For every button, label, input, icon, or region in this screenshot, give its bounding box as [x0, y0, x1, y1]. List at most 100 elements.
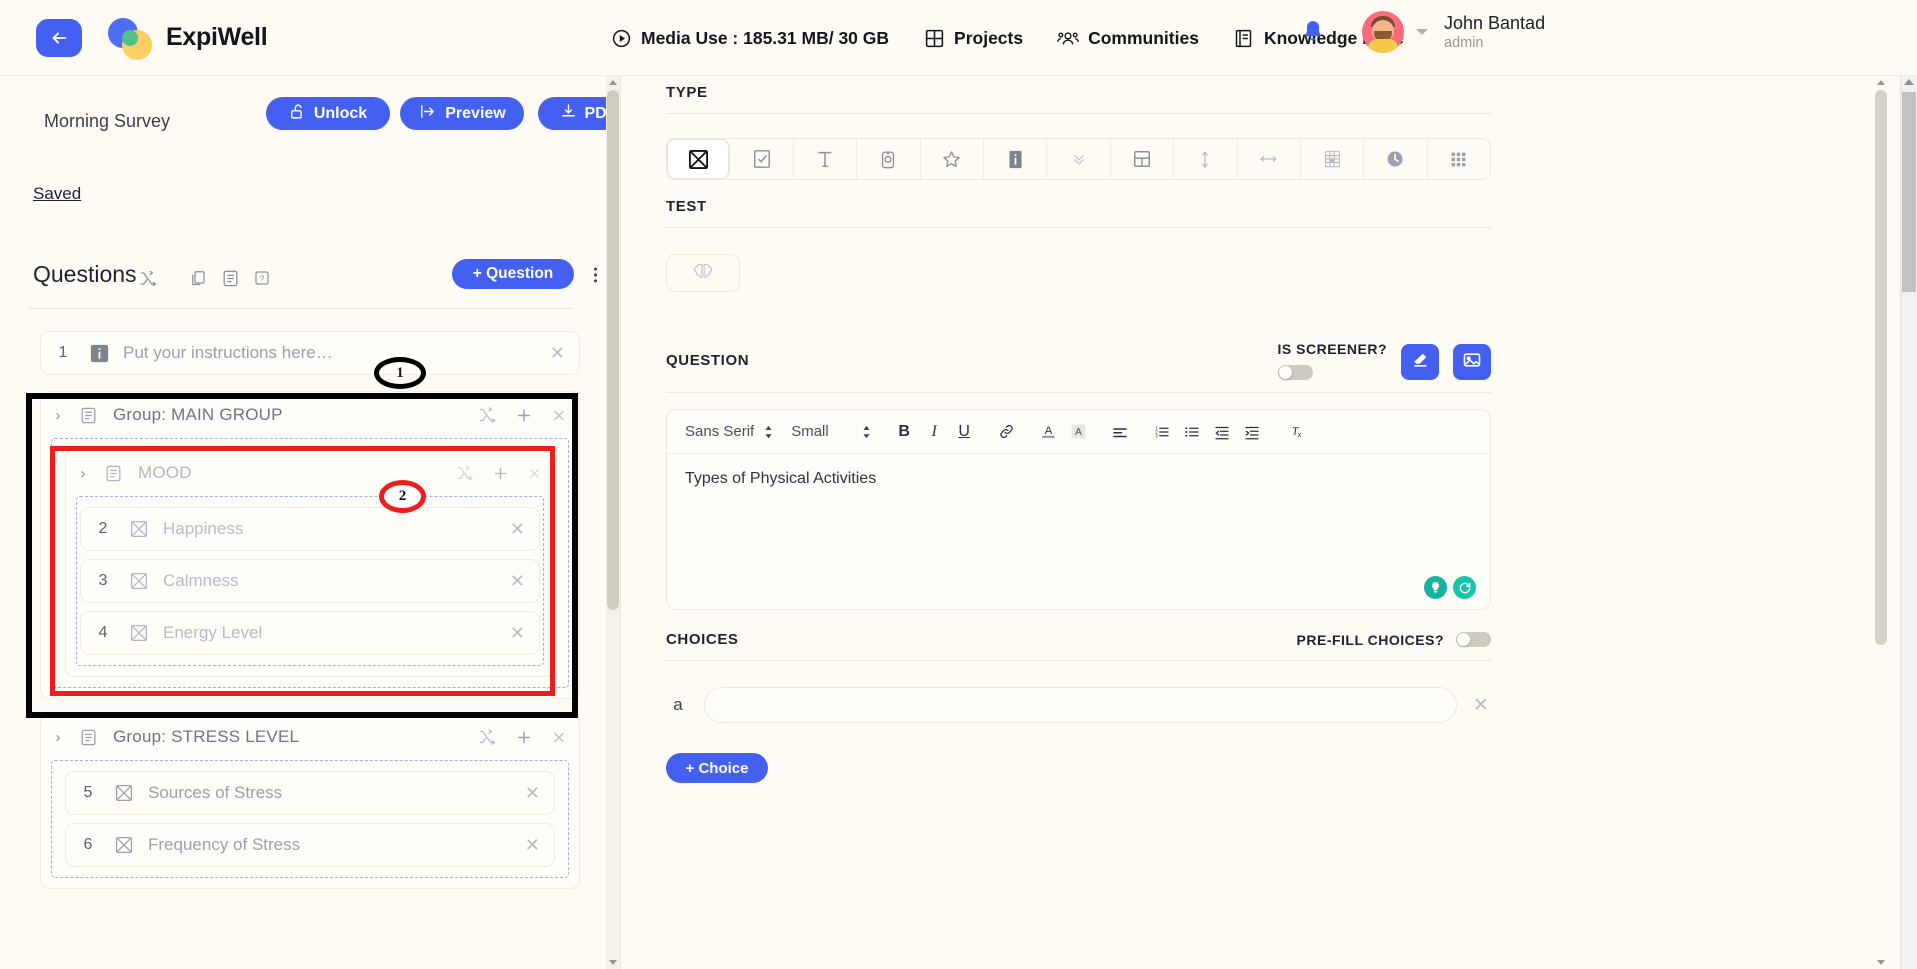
type-option-grid[interactable] [1428, 139, 1490, 179]
scroll-down-arrow-icon[interactable] [1877, 960, 1885, 965]
group-header[interactable]: › MOOD [66, 450, 554, 496]
chevron-down-icon[interactable] [1416, 29, 1428, 35]
type-option-camera[interactable] [857, 139, 921, 179]
ordered-list-icon[interactable]: 1 2 3 [1147, 417, 1177, 447]
font-color-icon[interactable]: A [1033, 417, 1063, 447]
is-screener-toggle[interactable] [1277, 365, 1313, 380]
download-pdf-icon [560, 103, 577, 125]
unlock-button[interactable]: Unlock [266, 97, 390, 130]
bold-icon[interactable]: B [889, 417, 919, 447]
question-list: 5 Sources of Stress ✕ 6 Frequency of Str… [65, 771, 555, 867]
close-icon[interactable]: ✕ [510, 572, 525, 590]
highlight-color-icon[interactable]: A [1063, 417, 1093, 447]
back-button[interactable] [36, 18, 82, 57]
close-icon[interactable]: ✕ [525, 784, 540, 802]
scroll-up-arrow-icon[interactable] [1877, 80, 1885, 85]
list-icon[interactable] [219, 266, 241, 290]
close-icon[interactable]: ✕ [510, 624, 525, 642]
close-icon[interactable] [551, 407, 567, 423]
scrollbar-thumb[interactable] [1902, 92, 1916, 292]
group-main-group[interactable]: › Group: MAIN GROUP › MOOD 2 Happiness ✕… [40, 391, 580, 699]
left-panel-scrollbar[interactable] [606, 76, 620, 969]
preview-button[interactable]: Preview [400, 97, 524, 130]
close-icon[interactable]: ✕ [525, 836, 540, 854]
help-icon[interactable]: ? [251, 266, 273, 290]
add-icon[interactable] [492, 465, 509, 482]
window-scrollbar[interactable] [1900, 76, 1917, 969]
group-header[interactable]: › Group: STRESS LEVEL [41, 714, 579, 760]
scroll-down-arrow-icon[interactable] [609, 960, 617, 965]
scroll-up-arrow-icon[interactable] [609, 80, 617, 85]
scrollbar-thumb[interactable] [607, 90, 619, 610]
shuffle-icon[interactable] [137, 266, 159, 290]
chevron-right-icon[interactable]: › [41, 407, 75, 424]
list-item[interactable]: 5 Sources of Stress ✕ [65, 771, 555, 815]
close-icon[interactable] [551, 729, 567, 745]
type-option-clock[interactable] [1364, 139, 1428, 179]
type-option-star-rating[interactable] [921, 139, 984, 179]
type-option-info[interactable] [984, 139, 1048, 179]
insert-image-button[interactable] [1453, 344, 1491, 380]
shuffle-icon[interactable] [478, 728, 497, 747]
lightbulb-icon[interactable] [1424, 576, 1447, 599]
editor-assist-actions [1424, 576, 1476, 599]
close-icon[interactable]: ✕ [510, 520, 525, 538]
close-icon[interactable]: ✕ [1471, 694, 1491, 717]
indent-icon[interactable] [1237, 417, 1267, 447]
grid-projects-icon [923, 27, 945, 49]
group-header[interactable]: › Group: MAIN GROUP [41, 392, 579, 438]
list-item[interactable]: 3 Calmness ✕ [80, 559, 540, 603]
shuffle-icon[interactable] [456, 464, 474, 482]
add-question-button[interactable]: + Question [452, 259, 574, 289]
notifications-button[interactable] [1300, 19, 1326, 52]
prefill-choices-toggle[interactable] [1456, 632, 1491, 647]
refresh-icon[interactable] [1453, 576, 1476, 599]
user-menu[interactable]: John Bantad admin [1362, 11, 1545, 53]
align-icon[interactable] [1105, 417, 1135, 447]
add-icon[interactable] [515, 406, 533, 424]
group-stress-level[interactable]: › Group: STRESS LEVEL 5 Sources of Stres… [40, 713, 580, 889]
add-choice-button[interactable]: + Choice [666, 753, 768, 783]
font-family-select[interactable]: Sans Serif [679, 423, 779, 440]
list-item[interactable]: 2 Happiness ✕ [80, 507, 540, 551]
type-option-multiple-choice[interactable] [667, 139, 731, 179]
scroll-up-arrow-icon[interactable] [1904, 79, 1914, 85]
type-option-matrix[interactable] [1301, 139, 1365, 179]
group-mood[interactable]: › MOOD 2 Happiness ✕ 3 Calmness ✕ 4 Ener… [65, 449, 555, 677]
font-size-select[interactable]: Small [785, 423, 877, 440]
chevron-right-icon[interactable]: › [66, 465, 100, 482]
bullet-list-icon[interactable] [1177, 417, 1207, 447]
chevron-right-icon[interactable]: › [41, 729, 75, 746]
copy-icon[interactable] [187, 266, 209, 290]
kebab-menu-icon[interactable] [584, 263, 606, 287]
choice-input[interactable] [704, 687, 1457, 723]
nav-communities[interactable]: Communities [1057, 27, 1199, 49]
add-icon[interactable] [515, 728, 533, 746]
right-panel-scrollbar[interactable] [1875, 76, 1888, 969]
type-option-vertical-slider[interactable] [1174, 139, 1238, 179]
question-text-area[interactable]: Types of Physical Activities [667, 454, 1490, 609]
type-option-layout[interactable] [1111, 139, 1175, 179]
clear-format-icon[interactable]: T x [1279, 417, 1309, 447]
eraser-button[interactable] [1401, 344, 1439, 380]
type-option-checkbox[interactable] [730, 139, 794, 179]
underline-icon[interactable]: U [949, 417, 979, 447]
scrollbar-thumb[interactable] [1875, 90, 1887, 645]
brain-test-button[interactable] [666, 254, 740, 292]
list-item[interactable]: 6 Frequency of Stress ✕ [65, 823, 555, 867]
saved-status-link[interactable]: Saved [33, 184, 81, 204]
close-icon[interactable]: ✕ [550, 344, 565, 362]
nav-media-use[interactable]: Media Use : 185.31 MB/ 30 GB [610, 27, 889, 49]
list-item[interactable]: 1 Put your instructions here… ✕ [40, 331, 580, 375]
outdent-icon[interactable] [1207, 417, 1237, 447]
close-icon[interactable] [527, 466, 542, 481]
type-option-chevron-double-down[interactable] [1047, 139, 1111, 179]
list-item[interactable]: 4 Energy Level ✕ [80, 611, 540, 655]
italic-icon[interactable]: I [919, 417, 949, 447]
nav-projects[interactable]: Projects [923, 27, 1023, 49]
shuffle-icon[interactable] [478, 406, 497, 425]
type-option-horizontal-slider[interactable] [1238, 139, 1301, 179]
type-option-text[interactable] [794, 139, 858, 179]
annotation-marker-2: 2 [379, 480, 426, 513]
link-icon[interactable] [991, 417, 1021, 447]
